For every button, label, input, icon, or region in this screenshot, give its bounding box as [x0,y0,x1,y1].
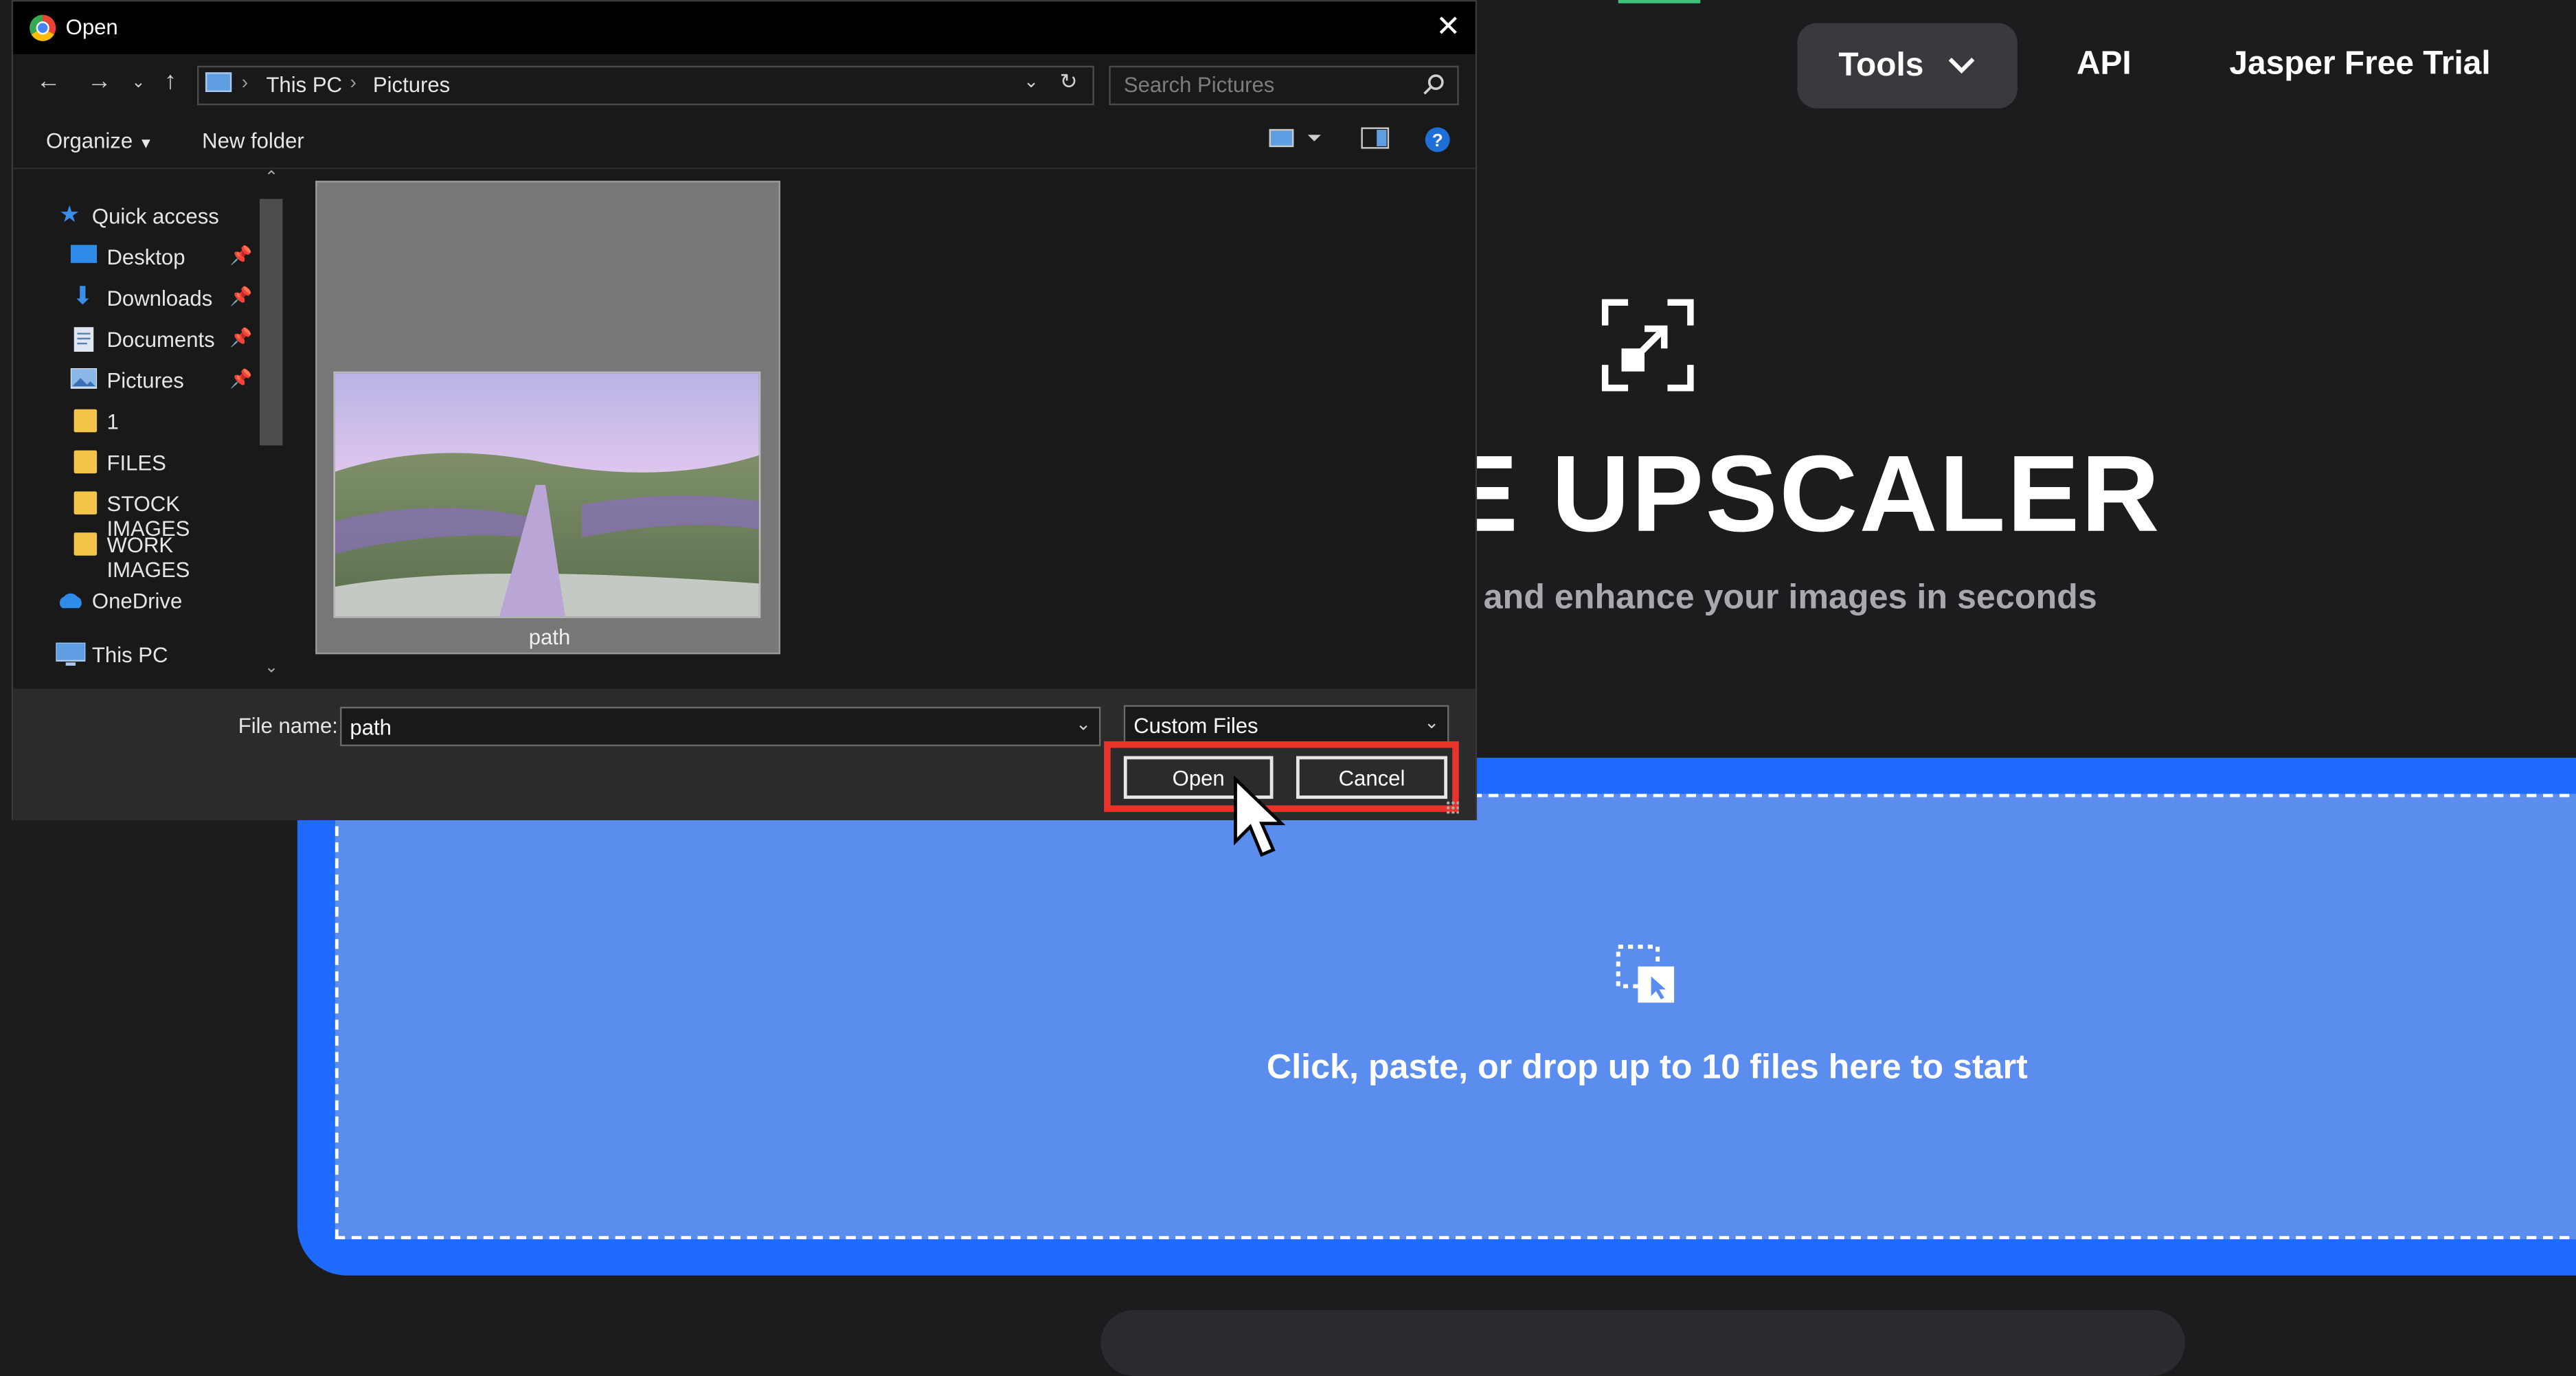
green-accent-strip [1618,0,1701,3]
forward-arrow-icon[interactable]: → [87,67,112,95]
scroll-down-icon[interactable]: ⌄ [264,659,278,677]
pin-icon: 📌 [229,246,253,267]
pictures-icon [69,367,98,394]
change-view-icon[interactable] [1268,126,1321,155]
organize-button[interactable]: Organize ▼ [46,128,153,153]
dropzone-instructions: Click, paste, or drop up to 10 files her… [1266,1048,2028,1087]
file-name-input[interactable]: path ⌄ [340,706,1101,747]
nav-item-quick-access[interactable]: ★ Quick access [13,199,260,236]
upscale-icon [1601,299,1694,392]
address-bar[interactable]: › This PC › Pictures ⌄ ↻ [196,65,1094,106]
nav-item-desktop[interactable]: Desktop 📌 [13,240,260,276]
pin-icon: 📌 [229,370,253,390]
mouse-cursor-icon [1234,776,1286,857]
breadcrumb-separator-icon: › [350,70,357,94]
scroll-up-icon[interactable]: ⌃ [264,169,278,187]
tools-menu-button[interactable]: Tools [1797,23,2018,109]
nav-item-label: Quick access [91,203,219,229]
file-name-value: path [350,714,392,740]
new-folder-button[interactable]: New folder [202,128,304,153]
breadcrumb-pictures[interactable]: Pictures [373,72,450,97]
command-bar: Organize ▼ New folder ? [13,110,1476,170]
folder-icon [74,450,98,474]
folder-icon [74,532,98,556]
search-icon [1423,74,1444,95]
file-list: path [289,169,1476,689]
file-type-select[interactable]: Custom Files ⌄ [1123,705,1449,745]
recent-locations-chevron-icon[interactable]: ⌄ [131,74,145,92]
organize-label: Organize [45,128,133,153]
nav-item-this-pc[interactable]: This PC [13,638,260,674]
document-icon [74,327,94,357]
nav-item-pictures[interactable]: Pictures 📌 [13,363,260,400]
search-input[interactable]: Search Pictures [1109,65,1459,106]
nav-item-label: 1 [106,409,119,434]
breadcrumb-this-pc[interactable]: This PC [266,72,342,97]
file-item[interactable]: path [315,181,781,655]
hero-subtitle: and enhance your images in seconds [1483,578,2097,617]
chrome-icon [30,14,56,41]
file-name-label: path [528,624,571,650]
refresh-icon[interactable]: ↻ [1060,69,1078,95]
preview-pane-icon[interactable] [1360,126,1390,155]
folder-icon [74,409,98,433]
upload-dropzone-inner[interactable] [335,793,2576,1240]
folder-icon [74,491,98,515]
nav-item-label: OneDrive [91,588,183,613]
nav-item-label: WORK IMAGES [106,532,190,582]
resize-grip-icon[interactable] [1445,800,1459,814]
nav-item-label: Pictures [106,368,184,393]
close-icon[interactable]: ✕ [1436,10,1460,44]
image-thumbnail [333,371,761,618]
scrollbar-thumb[interactable] [259,199,283,446]
nav-item-stock-images[interactable]: STOCK IMAGES [13,486,260,541]
address-dropdown-chevron-icon[interactable]: ⌄ [1024,71,1039,92]
file-type-value: Custom Files [1133,713,1258,738]
file-type-chevron-icon: ⌄ [1423,713,1440,734]
nav-item-onedrive[interactable]: OneDrive [13,583,260,620]
nav-pane-scrollbar[interactable]: ⌃ ⌄ [258,169,286,689]
api-link[interactable]: API [2077,46,2132,84]
desktop-icon [70,245,98,271]
tools-label: Tools [1838,47,1924,83]
address-row: ← → ⌄ ↑ › This PC › Pictures ⌄ ↻ Search … [13,54,1476,111]
download-icon: ⬇ [72,282,93,311]
file-name-dropdown-chevron-icon[interactable]: ⌄ [1076,713,1091,735]
nav-item-label: Desktop [106,245,185,270]
nav-item-label: This PC [91,642,168,668]
nav-item-work-images[interactable]: WORK IMAGES [13,528,260,582]
nav-item-downloads[interactable]: ⬇ Downloads 📌 [13,281,260,317]
search-placeholder: Search Pictures [1123,72,1275,98]
breadcrumb-separator-icon: › [241,70,249,94]
back-arrow-icon[interactable]: ← [36,67,61,95]
help-icon[interactable]: ? [1425,126,1451,157]
open-file-dialog: Open ✕ ← → ⌄ ↑ › This PC › Pictures ⌄ ↻ … [11,0,1478,820]
dialog-titlebar: Open ✕ [13,1,1476,54]
organize-dropdown-icon: ▼ [138,135,154,152]
hero-title: E UPSCALER [1445,432,2161,554]
dialog-title: Open [65,14,118,40]
chevron-down-icon [1948,58,1975,74]
computer-icon [55,642,87,673]
nav-item-documents[interactable]: Documents 📌 [13,322,260,359]
nav-item-label: Documents [106,327,215,352]
nav-item-label: FILES [106,450,166,475]
bottom-panel [1100,1309,2185,1376]
pin-icon: 📌 [229,287,253,308]
drop-files-icon [1616,945,1675,1003]
pin-icon: 📌 [229,328,253,349]
nav-item-files[interactable]: FILES [13,445,260,482]
pc-icon [205,72,232,92]
file-name-field-label: File name: [238,713,338,738]
free-trial-link[interactable]: Jasper Free Trial [2229,46,2490,84]
cloud-icon [56,590,85,615]
navigation-pane: ★ Quick access Desktop 📌 ⬇ Downloads 📌 D… [13,169,289,689]
svg-text:?: ? [1432,130,1443,150]
up-arrow-icon[interactable]: ↑ [164,67,177,95]
star-icon: ★ [59,200,80,227]
nav-item-folder-1[interactable]: 1 [13,405,260,441]
nav-item-label: Downloads [106,286,213,311]
